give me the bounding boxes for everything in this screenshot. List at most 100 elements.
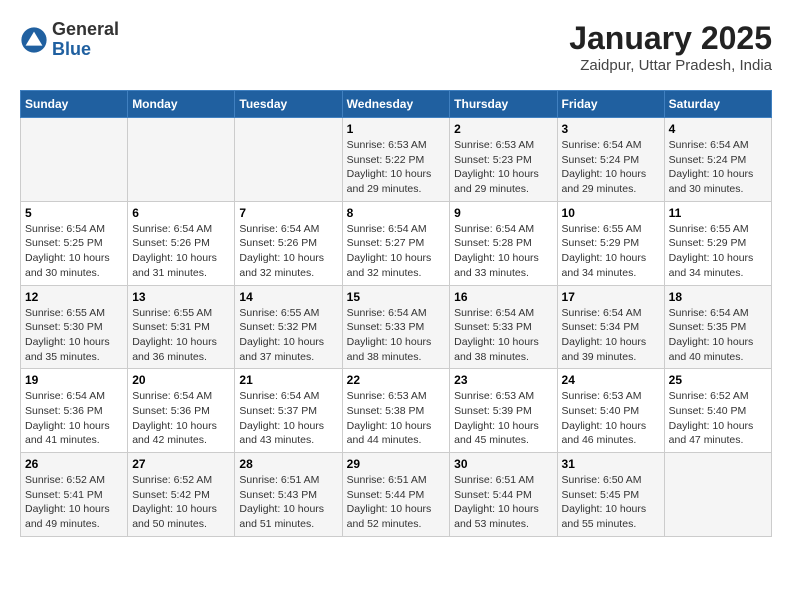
day-number: 23 (454, 373, 552, 387)
day-info: Sunrise: 6:54 AMSunset: 5:27 PMDaylight:… (347, 222, 446, 281)
day-cell: 13Sunrise: 6:55 AMSunset: 5:31 PMDayligh… (128, 285, 235, 369)
day-number: 20 (132, 373, 230, 387)
day-cell: 31 Sunrise: 6:50 AMSunset: 5:45 PMDayligh… (557, 453, 664, 537)
day-cell: 24 Sunrise: 6:53 AMSunset: 5:40 PMDayligh… (557, 369, 664, 453)
day-cell: 10 Sunrise: 6:55 AMSunset: 5:29 PMDayligh… (557, 201, 664, 285)
day-number: 9 (454, 206, 552, 220)
day-number: 14 (239, 290, 337, 304)
day-number: 30 (454, 457, 552, 471)
day-info: Sunrise: 6:55 AMSunset: 5:30 PMDaylight:… (25, 306, 123, 365)
week-row-5: 26 Sunrise: 6:52 AMSunset: 5:41 PMDayligh… (21, 453, 772, 537)
week-row-1: 1Sunrise: 6:53 AMSunset: 5:22 PMDaylight… (21, 118, 772, 202)
day-info: Sunrise: 6:55 AMSunset: 5:29 PMDaylight:… (669, 222, 767, 281)
day-cell: 30 Sunrise: 6:51 AMSunset: 5:44 PMDayligh… (450, 453, 557, 537)
logo: General Blue (20, 20, 119, 60)
day-info: Sunrise: 6:51 AMSunset: 5:43 PMDaylight:… (239, 473, 337, 532)
col-header-friday: Friday (557, 91, 664, 118)
logo-text: General Blue (52, 20, 119, 60)
day-number: 15 (347, 290, 446, 304)
day-info: Sunrise: 6:51 AMSunset: 5:44 PMDaylight:… (347, 473, 446, 532)
day-info: Sunrise: 6:51 AMSunset: 5:44 PMDaylight:… (454, 473, 552, 532)
calendar-table: SundayMondayTuesdayWednesdayThursdayFrid… (20, 90, 772, 537)
day-number: 18 (669, 290, 767, 304)
col-header-monday: Monday (128, 91, 235, 118)
day-cell: 16 Sunrise: 6:54 AMSunset: 5:33 PMDayligh… (450, 285, 557, 369)
day-cell: 26 Sunrise: 6:52 AMSunset: 5:41 PMDayligh… (21, 453, 128, 537)
day-number: 11 (669, 206, 767, 220)
day-number: 31 (562, 457, 660, 471)
day-cell: 23 Sunrise: 6:53 AMSunset: 5:39 PMDayligh… (450, 369, 557, 453)
day-number: 22 (347, 373, 446, 387)
day-info: Sunrise: 6:54 AMSunset: 5:36 PMDaylight:… (25, 389, 123, 448)
logo-blue: Blue (52, 40, 119, 60)
col-header-saturday: Saturday (664, 91, 771, 118)
day-info: Sunrise: 6:54 AMSunset: 5:24 PMDaylight:… (562, 138, 660, 197)
day-number: 8 (347, 206, 446, 220)
logo-general: General (52, 20, 119, 40)
day-number: 3 (562, 122, 660, 136)
day-cell: 28 Sunrise: 6:51 AMSunset: 5:43 PMDayligh… (235, 453, 342, 537)
day-number: 26 (25, 457, 123, 471)
logo-icon (20, 26, 48, 54)
day-number: 25 (669, 373, 767, 387)
day-info: Sunrise: 6:54 AMSunset: 5:34 PMDaylight:… (562, 306, 660, 365)
day-number: 17 (562, 290, 660, 304)
month-title: January 2025 (569, 20, 772, 57)
page-header: General Blue January 2025 Zaidpur, Uttar… (20, 20, 772, 74)
day-cell: 2Sunrise: 6:53 AMSunset: 5:23 PMDaylight… (450, 118, 557, 202)
day-cell: 11 Sunrise: 6:55 AMSunset: 5:29 PMDayligh… (664, 201, 771, 285)
day-info: Sunrise: 6:52 AMSunset: 5:41 PMDaylight:… (25, 473, 123, 532)
day-cell: 29 Sunrise: 6:51 AMSunset: 5:44 PMDayligh… (342, 453, 450, 537)
day-info: Sunrise: 6:54 AMSunset: 5:33 PMDaylight:… (347, 306, 446, 365)
day-info: Sunrise: 6:54 AMSunset: 5:26 PMDaylight:… (239, 222, 337, 281)
day-cell: 6Sunrise: 6:54 AMSunset: 5:26 PMDaylight… (128, 201, 235, 285)
day-info: Sunrise: 6:55 AMSunset: 5:31 PMDaylight:… (132, 306, 230, 365)
week-row-3: 12 Sunrise: 6:55 AMSunset: 5:30 PMDayligh… (21, 285, 772, 369)
day-info: Sunrise: 6:54 AMSunset: 5:35 PMDaylight:… (669, 306, 767, 365)
day-cell: 17 Sunrise: 6:54 AMSunset: 5:34 PMDayligh… (557, 285, 664, 369)
day-number: 5 (25, 206, 123, 220)
day-number: 28 (239, 457, 337, 471)
day-info: Sunrise: 6:54 AMSunset: 5:28 PMDaylight:… (454, 222, 552, 281)
day-number: 24 (562, 373, 660, 387)
day-number: 21 (239, 373, 337, 387)
day-cell (235, 118, 342, 202)
day-info: Sunrise: 6:55 AMSunset: 5:29 PMDaylight:… (562, 222, 660, 281)
day-number: 12 (25, 290, 123, 304)
day-cell: 21 Sunrise: 6:54 AMSunset: 5:37 PMDayligh… (235, 369, 342, 453)
day-info: Sunrise: 6:53 AMSunset: 5:40 PMDaylight:… (562, 389, 660, 448)
day-info: Sunrise: 6:54 AMSunset: 5:37 PMDaylight:… (239, 389, 337, 448)
day-info: Sunrise: 6:50 AMSunset: 5:45 PMDaylight:… (562, 473, 660, 532)
col-header-sunday: Sunday (21, 91, 128, 118)
day-info: Sunrise: 6:54 AMSunset: 5:24 PMDaylight:… (669, 138, 767, 197)
day-info: Sunrise: 6:54 AMSunset: 5:33 PMDaylight:… (454, 306, 552, 365)
day-cell: 27Sunrise: 6:52 AMSunset: 5:42 PMDayligh… (128, 453, 235, 537)
day-number: 7 (239, 206, 337, 220)
day-cell: 15 Sunrise: 6:54 AMSunset: 5:33 PMDayligh… (342, 285, 450, 369)
day-info: Sunrise: 6:55 AMSunset: 5:32 PMDaylight:… (239, 306, 337, 365)
calendar-header-row: SundayMondayTuesdayWednesdayThursdayFrid… (21, 91, 772, 118)
day-info: Sunrise: 6:54 AMSunset: 5:25 PMDaylight:… (25, 222, 123, 281)
col-header-tuesday: Tuesday (235, 91, 342, 118)
day-cell: 18 Sunrise: 6:54 AMSunset: 5:35 PMDayligh… (664, 285, 771, 369)
day-cell: 7 Sunrise: 6:54 AMSunset: 5:26 PMDaylight… (235, 201, 342, 285)
day-cell (128, 118, 235, 202)
day-number: 29 (347, 457, 446, 471)
day-info: Sunrise: 6:54 AMSunset: 5:36 PMDaylight:… (132, 389, 230, 448)
day-cell: 1Sunrise: 6:53 AMSunset: 5:22 PMDaylight… (342, 118, 450, 202)
day-cell: 8 Sunrise: 6:54 AMSunset: 5:27 PMDaylight… (342, 201, 450, 285)
day-number: 16 (454, 290, 552, 304)
day-info: Sunrise: 6:53 AMSunset: 5:38 PMDaylight:… (347, 389, 446, 448)
day-cell (664, 453, 771, 537)
day-cell (21, 118, 128, 202)
day-info: Sunrise: 6:53 AMSunset: 5:39 PMDaylight:… (454, 389, 552, 448)
col-header-thursday: Thursday (450, 91, 557, 118)
day-info: Sunrise: 6:54 AMSunset: 5:26 PMDaylight:… (132, 222, 230, 281)
day-number: 4 (669, 122, 767, 136)
day-number: 10 (562, 206, 660, 220)
day-cell: 9 Sunrise: 6:54 AMSunset: 5:28 PMDaylight… (450, 201, 557, 285)
day-cell: 22 Sunrise: 6:53 AMSunset: 5:38 PMDayligh… (342, 369, 450, 453)
day-number: 1 (347, 122, 446, 136)
day-cell: 25Sunrise: 6:52 AMSunset: 5:40 PMDayligh… (664, 369, 771, 453)
day-cell: 3 Sunrise: 6:54 AMSunset: 5:24 PMDaylight… (557, 118, 664, 202)
